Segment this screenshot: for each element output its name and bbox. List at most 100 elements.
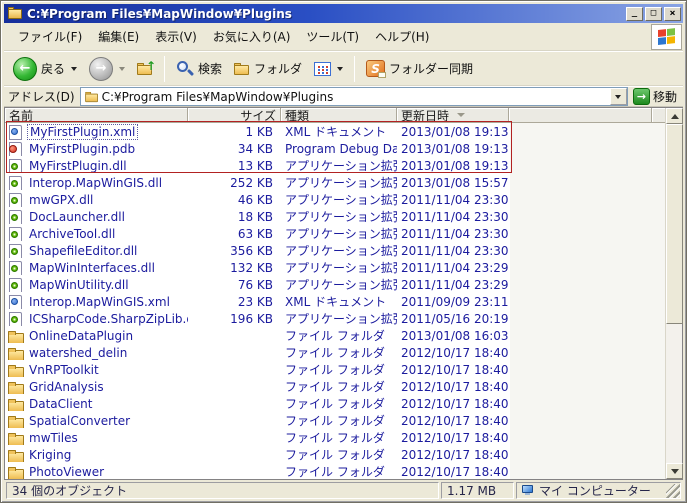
column-header-name[interactable]: 名前: [5, 108, 188, 123]
forward-icon: →: [89, 57, 113, 81]
dll-file-icon: [8, 312, 23, 326]
file-type: ファイル フォルダ: [281, 327, 397, 344]
file-row[interactable]: ShapefileEditor.dll 356 KB アプリケーション拡張 20…: [5, 242, 665, 259]
column-header-empty: [509, 108, 652, 123]
views-dropdown-icon[interactable]: [337, 67, 343, 71]
views-button[interactable]: [310, 60, 347, 78]
file-name[interactable]: MyFirstPlugin.pdb: [27, 142, 137, 156]
file-name[interactable]: MapWinUtility.dll: [27, 278, 131, 292]
file-type: ファイル フォルダ: [281, 446, 397, 463]
file-row[interactable]: ArchiveTool.dll 63 KB アプリケーション拡張 2011/11…: [5, 225, 665, 242]
file-name[interactable]: DataClient: [27, 397, 94, 411]
search-button[interactable]: 検索: [172, 58, 226, 80]
title-bar[interactable]: C:¥Program Files¥MapWindow¥Plugins _ □ ×: [4, 4, 683, 23]
file-row[interactable]: mwGPX.dll 46 KB アプリケーション拡張 2011/11/04 23…: [5, 191, 665, 208]
file-date: 2012/10/17 18:40: [397, 380, 509, 394]
file-row[interactable]: MapWinInterfaces.dll 132 KB アプリケーション拡張 2…: [5, 259, 665, 276]
file-row[interactable]: DataClient ファイル フォルダ 2012/10/17 18:40: [5, 395, 665, 412]
file-row[interactable]: DocLauncher.dll 18 KB アプリケーション拡張 2011/11…: [5, 208, 665, 225]
file-name[interactable]: mwGPX.dll: [27, 193, 95, 207]
column-header-type[interactable]: 種類: [281, 108, 397, 123]
dll-file-icon: [8, 227, 23, 241]
file-row[interactable]: OnlineDataPlugin ファイル フォルダ 2013/01/08 16…: [5, 327, 665, 344]
file-row[interactable]: MapWinUtility.dll 76 KB アプリケーション拡張 2011/…: [5, 276, 665, 293]
file-name[interactable]: MapWinInterfaces.dll: [27, 261, 157, 275]
file-size: 196 KB: [188, 312, 281, 326]
column-header-size[interactable]: サイズ: [188, 108, 281, 123]
address-dropdown-button[interactable]: [610, 88, 627, 105]
column-header-date[interactable]: 更新日時: [397, 108, 509, 123]
file-type: アプリケーション拡張: [281, 208, 397, 225]
forward-dropdown-icon[interactable]: [119, 67, 125, 71]
file-row[interactable]: GridAnalysis ファイル フォルダ 2012/10/17 18:40: [5, 378, 665, 395]
file-size: 252 KB: [188, 176, 281, 190]
file-size: 356 KB: [188, 244, 281, 258]
file-row[interactable]: Kriging ファイル フォルダ 2012/10/17 18:40: [5, 446, 665, 463]
address-combo[interactable]: C:¥Program Files¥MapWindow¥Plugins: [80, 87, 628, 106]
windows-logo-icon: [651, 24, 682, 50]
file-name[interactable]: ICSharpCode.SharpZipLib.dll: [27, 312, 188, 326]
menu-help[interactable]: ヘルプ(H): [367, 25, 437, 48]
forward-button[interactable]: →: [85, 55, 129, 83]
back-dropdown-icon[interactable]: [71, 67, 77, 71]
scroll-up-button[interactable]: [666, 108, 683, 124]
file-size: 34 KB: [188, 142, 281, 156]
up-button[interactable]: ↑: [133, 61, 157, 77]
menu-file[interactable]: ファイル(F): [10, 25, 90, 48]
resize-grip-icon[interactable]: [666, 484, 680, 498]
file-name[interactable]: Interop.MapWinGIS.xml: [27, 295, 172, 309]
scroll-down-button[interactable]: [666, 463, 683, 479]
close-button[interactable]: ×: [664, 7, 681, 21]
menu-tools[interactable]: ツール(T): [298, 25, 367, 48]
file-row[interactable]: ICSharpCode.SharpZipLib.dll 196 KB アプリケー…: [5, 310, 665, 327]
vertical-scrollbar[interactable]: [665, 108, 682, 479]
file-row[interactable]: MyFirstPlugin.dll 13 KB アプリケーション拡張 2013/…: [5, 157, 665, 174]
sort-descending-icon: [457, 113, 465, 117]
file-name[interactable]: watershed_delin: [27, 346, 129, 360]
file-row[interactable]: Interop.MapWinGIS.xml 23 KB XML ドキュメント 2…: [5, 293, 665, 310]
column-headers: 名前 サイズ 種類 更新日時: [5, 108, 665, 123]
file-row[interactable]: MyFirstPlugin.pdb 34 KB Program Debug Da…: [5, 140, 665, 157]
column-header-empty: [652, 108, 665, 123]
file-name[interactable]: Kriging: [27, 448, 73, 462]
up-folder-icon: ↑: [137, 63, 153, 75]
folders-button[interactable]: フォルダ: [230, 58, 306, 79]
go-button[interactable]: → 移動: [633, 88, 679, 105]
file-row[interactable]: PhotoViewer ファイル フォルダ 2012/10/17 18:40: [5, 463, 665, 479]
address-input[interactable]: C:¥Program Files¥MapWindow¥Plugins: [102, 90, 610, 104]
dll-file-icon: [8, 210, 23, 224]
folder-sync-button[interactable]: S フォルダー同期: [362, 58, 477, 79]
file-name[interactable]: SpatialConverter: [27, 414, 132, 428]
file-row[interactable]: MyFirstPlugin.xml 1 KB XML ドキュメント 2013/0…: [5, 123, 665, 140]
maximize-button[interactable]: □: [645, 7, 662, 21]
file-name[interactable]: mwTiles: [27, 431, 80, 445]
file-row[interactable]: SpatialConverter ファイル フォルダ 2012/10/17 18…: [5, 412, 665, 429]
scrollbar-thumb[interactable]: [666, 124, 683, 324]
file-name[interactable]: PhotoViewer: [27, 465, 106, 479]
folder-icon: [8, 465, 23, 479]
menu-edit[interactable]: 編集(E): [90, 25, 147, 48]
file-date: 2013/01/08 16:03: [397, 329, 509, 343]
file-name[interactable]: OnlineDataPlugin: [27, 329, 135, 343]
back-icon: ←: [13, 57, 37, 81]
minimize-button[interactable]: _: [626, 7, 643, 21]
file-row[interactable]: VnRPToolkit ファイル フォルダ 2012/10/17 18:40: [5, 361, 665, 378]
file-name[interactable]: DocLauncher.dll: [27, 210, 127, 224]
file-type: アプリケーション拡張: [281, 259, 397, 276]
file-row[interactable]: watershed_delin ファイル フォルダ 2012/10/17 18:…: [5, 344, 665, 361]
menu-favorites[interactable]: お気に入り(A): [205, 25, 299, 48]
my-computer-icon: [522, 485, 534, 496]
file-date: 2013/01/08 19:13: [397, 159, 509, 173]
file-name[interactable]: MyFirstPlugin.xml: [27, 124, 138, 140]
file-name[interactable]: ArchiveTool.dll: [27, 227, 117, 241]
file-name[interactable]: ShapefileEditor.dll: [27, 244, 139, 258]
file-name[interactable]: GridAnalysis: [27, 380, 106, 394]
status-object-count: 34 個のオブジェクト: [6, 482, 439, 499]
file-name[interactable]: MyFirstPlugin.dll: [27, 159, 129, 173]
file-row[interactable]: mwTiles ファイル フォルダ 2012/10/17 18:40: [5, 429, 665, 446]
file-name[interactable]: Interop.MapWinGIS.dll: [27, 176, 164, 190]
menu-view[interactable]: 表示(V): [147, 25, 205, 48]
back-button[interactable]: ← 戻る: [9, 55, 81, 83]
file-row[interactable]: Interop.MapWinGIS.dll 252 KB アプリケーション拡張 …: [5, 174, 665, 191]
file-name[interactable]: VnRPToolkit: [27, 363, 101, 377]
